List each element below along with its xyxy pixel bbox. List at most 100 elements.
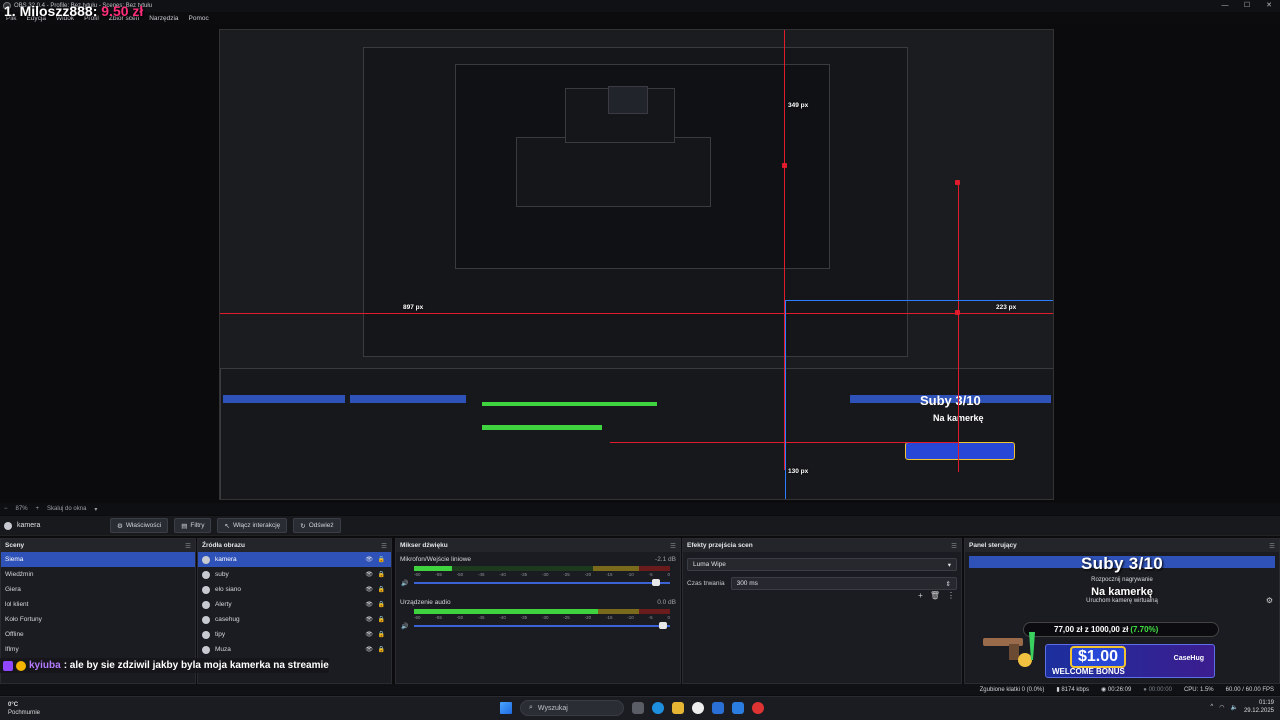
close-button[interactable]: ✕ (1258, 0, 1280, 12)
properties-button[interactable]: ⚙ Właściwości (110, 518, 169, 533)
source-item[interactable]: Muza 👁 🔒 (198, 642, 391, 657)
more-icon[interactable]: ⋮ (947, 591, 955, 600)
dock-menu-icon[interactable]: ☰ (670, 542, 676, 550)
mail-icon[interactable] (712, 702, 724, 714)
weather-widget[interactable]: 0°C Pochmurnie (8, 701, 40, 717)
duration-input[interactable]: 300 ms ⇕ (730, 577, 957, 590)
zoom-minus-icon[interactable]: − (4, 506, 8, 512)
lock-icon[interactable]: 🔒 (378, 586, 385, 593)
lock-icon[interactable]: 🔒 (378, 646, 385, 653)
resize-handle-top[interactable] (782, 163, 787, 168)
search-icon: ⌕ (529, 704, 533, 711)
interact-button[interactable]: ↖ Włącz interakcję (217, 518, 288, 533)
zoom-plus-icon[interactable]: + (36, 506, 40, 512)
lock-icon[interactable]: 🔒 (378, 556, 385, 563)
trash-icon[interactable]: 🗑 (930, 591, 940, 600)
blue-guide-vertical (785, 300, 786, 499)
blue-guide-horizontal (785, 300, 1053, 301)
resize-handle[interactable] (955, 310, 960, 315)
eye-icon[interactable]: 👁 (365, 631, 373, 638)
transition-actions: + 🗑 ⋮ (918, 591, 955, 600)
donation-goal: 77,00 zł z 1000,00 zł (7.70%) (1023, 622, 1219, 637)
lock-icon[interactable]: 🔒 (378, 616, 385, 623)
lock-icon[interactable]: 🔒 (378, 601, 385, 608)
store-icon[interactable] (732, 702, 744, 714)
source-item[interactable]: casehug 👁 🔒 (198, 612, 391, 627)
source-item[interactable]: elo siano 👁 🔒 (198, 582, 391, 597)
start-recording-button[interactable]: Rozpocznij nagrywanie (965, 577, 1279, 583)
filters-button[interactable]: ▤ Filtry (174, 518, 212, 533)
meter-tick: -15 (605, 615, 613, 620)
sub-badge-icon (3, 660, 13, 671)
menu-help[interactable]: Pomoc (189, 15, 209, 22)
gear-icon[interactable]: ⚙ (1266, 596, 1273, 605)
source-item[interactable]: suby 👁 🔒 (198, 567, 391, 582)
mixer-header: Mikser dźwięku ☰ (396, 539, 680, 552)
menu-bar: Plik Edycja Widok Profil Zbiór scen Narz… (0, 12, 1280, 24)
eye-icon[interactable]: 👁 (365, 586, 373, 593)
taskbar-search[interactable]: ⌕ Wyszukaj (520, 700, 624, 716)
volume-meter (414, 566, 670, 571)
fader-knob[interactable] (659, 622, 668, 629)
chevron-down-icon: ▾ (947, 561, 951, 569)
speaker-icon[interactable]: 🔊 (401, 623, 408, 630)
volume-icon[interactable]: 🔈 (1230, 704, 1237, 711)
meter-tick: -20 (584, 572, 592, 577)
lock-icon[interactable]: 🔒 (378, 631, 385, 638)
refresh-button[interactable]: ↻ Odśwież (293, 518, 341, 533)
lock-icon[interactable]: 🔒 (378, 571, 385, 578)
maximize-button[interactable]: ☐ (1236, 0, 1258, 12)
menu-tools[interactable]: Narzędzia (149, 15, 178, 22)
preview-canvas[interactable]: Suby 3/10 Na kamerkę 349 px 897 px 223 p… (219, 29, 1054, 500)
eye-icon[interactable]: 👁 (365, 616, 373, 623)
chrome-icon[interactable] (752, 702, 764, 714)
minimize-button[interactable]: — (1214, 0, 1236, 12)
dock-menu-icon[interactable]: ☰ (951, 542, 957, 550)
source-item[interactable]: kamera 👁 🔒 (198, 552, 391, 567)
meter-tick: -60 (414, 615, 421, 620)
camera-source-icon (4, 521, 12, 530)
source-item[interactable]: tipy 👁 🔒 (198, 627, 391, 642)
resize-handle-right[interactable] (955, 180, 960, 185)
scene-item[interactable]: Koło Fortuny (1, 612, 195, 627)
source-item[interactable]: Alerty 👁 🔒 (198, 597, 391, 612)
windows-start-icon[interactable] (500, 702, 512, 714)
virtual-camera-button[interactable]: Uruchom kamerę wirtualną (965, 598, 1279, 604)
task-view-icon[interactable] (632, 702, 644, 714)
chevron-up-icon[interactable]: ^ (1210, 704, 1213, 710)
scene-item[interactable]: Iflmy (1, 642, 195, 657)
edge-icon[interactable] (652, 702, 664, 714)
properties-label: Właściwości (125, 522, 162, 529)
chevron-down-icon[interactable]: ▾ (94, 506, 97, 513)
fader-knob[interactable] (651, 579, 660, 586)
transition-select[interactable]: Luma Wipe ▾ (687, 558, 957, 571)
obs-icon[interactable] (692, 702, 704, 714)
speaker-icon[interactable]: 🔊 (401, 580, 408, 587)
scene-item[interactable]: Siema (1, 552, 195, 567)
add-icon[interactable]: + (918, 591, 923, 600)
browser-source-icon (202, 600, 210, 609)
file-explorer-icon[interactable] (672, 702, 684, 714)
scene-item[interactable]: Offline (1, 627, 195, 642)
scene-item[interactable]: Wiedźmin (1, 567, 195, 582)
dock-menu-icon[interactable]: ☰ (1269, 542, 1275, 550)
dock-menu-icon[interactable]: ☰ (381, 542, 387, 550)
clock-date: 29.12.2025 (1243, 708, 1274, 714)
window-controls: — ☐ ✕ (1214, 0, 1280, 12)
scene-item[interactable]: lol klient (1, 597, 195, 612)
dock-menu-icon[interactable]: ☰ (185, 542, 191, 550)
scene-item[interactable]: Giera (1, 582, 195, 597)
browser-source-icon (202, 615, 210, 624)
eye-icon[interactable]: 👁 (365, 556, 373, 563)
eye-icon[interactable]: 👁 (365, 601, 373, 608)
volume-fader[interactable] (414, 622, 670, 630)
source-label: suby (215, 571, 229, 578)
eye-icon[interactable]: 👁 (365, 646, 373, 653)
volume-fader[interactable] (414, 579, 670, 587)
scale-mode-select[interactable]: Skaluj do okna (47, 506, 86, 512)
red-guide-horizontal (220, 313, 1053, 314)
wifi-icon[interactable]: ◠ (1219, 704, 1224, 711)
eye-icon[interactable]: 👁 (365, 571, 373, 578)
clock[interactable]: 01:19 29.12.2025 (1244, 699, 1274, 715)
refresh-label: Odśwież (308, 522, 334, 529)
